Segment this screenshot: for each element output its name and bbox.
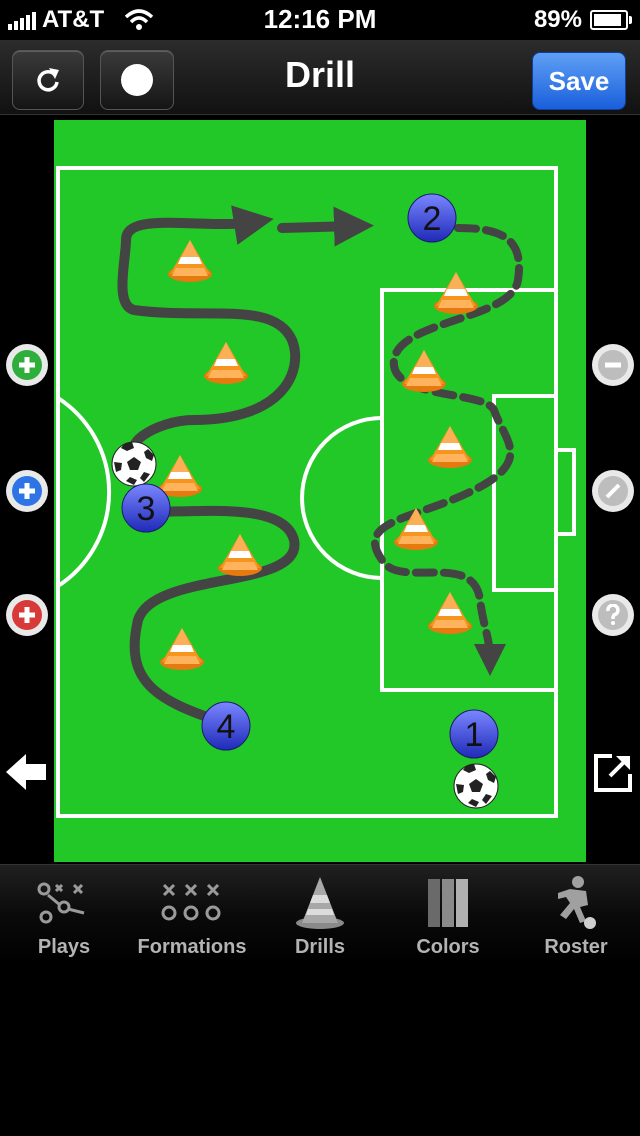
question-icon — [598, 600, 628, 630]
roster-player-icon — [558, 876, 596, 929]
player-token[interactable]: 3 — [121, 483, 171, 533]
player-token[interactable]: 2 — [407, 193, 457, 243]
back-arrow-button[interactable] — [4, 752, 48, 792]
tab-colors[interactable]: Colors — [384, 865, 512, 965]
tab-roster[interactable]: Roster — [512, 865, 640, 965]
add-player-blue-button[interactable] — [6, 470, 48, 512]
tab-plays[interactable]: Plays — [0, 865, 128, 965]
slash-icon — [598, 476, 628, 506]
soccer-field[interactable]: 2 3 4 1 — [54, 120, 586, 862]
plus-icon — [12, 350, 42, 380]
player-number: 3 — [137, 490, 156, 528]
plays-icon — [37, 882, 85, 924]
battery-icon — [590, 10, 632, 30]
tab-label: Drills — [294, 936, 346, 958]
tab-bar: Plays Formations Drills Colors Roster — [0, 864, 640, 965]
battery-percent: 89% — [533, 6, 582, 33]
minus-icon — [598, 350, 628, 380]
plus-icon — [12, 476, 42, 506]
tab-label: Formations — [137, 936, 247, 958]
player-token[interactable]: 1 — [449, 709, 499, 759]
status-bar: AT&T 12:16 PM 89% — [0, 0, 640, 40]
player-number: 1 — [465, 716, 484, 754]
tab-formations[interactable]: Formations — [128, 865, 256, 965]
player-number: 4 — [217, 708, 236, 746]
player-number: 2 — [423, 200, 442, 238]
share-icon — [594, 754, 632, 792]
tab-label: Roster — [544, 936, 608, 958]
add-player-red-button[interactable] — [6, 594, 48, 636]
navigation-bar: Drill Save — [0, 40, 640, 115]
tab-drills[interactable]: Drills — [256, 865, 384, 965]
left-arrow-icon — [6, 754, 46, 790]
player-token[interactable]: 4 — [201, 701, 251, 751]
colors-icon — [428, 879, 468, 927]
formations-icon — [161, 883, 221, 921]
tab-label: Colors — [416, 936, 480, 958]
drills-cone-icon — [296, 877, 344, 929]
remove-item-button[interactable] — [592, 344, 634, 386]
add-player-green-button[interactable] — [6, 344, 48, 386]
save-button[interactable]: Save — [532, 52, 626, 110]
share-button[interactable] — [592, 752, 634, 794]
draw-line-button[interactable] — [592, 470, 634, 512]
battery-group: 89% — [533, 6, 632, 34]
tab-label: Plays — [37, 936, 91, 958]
plus-icon — [12, 600, 42, 630]
help-button[interactable] — [592, 594, 634, 636]
